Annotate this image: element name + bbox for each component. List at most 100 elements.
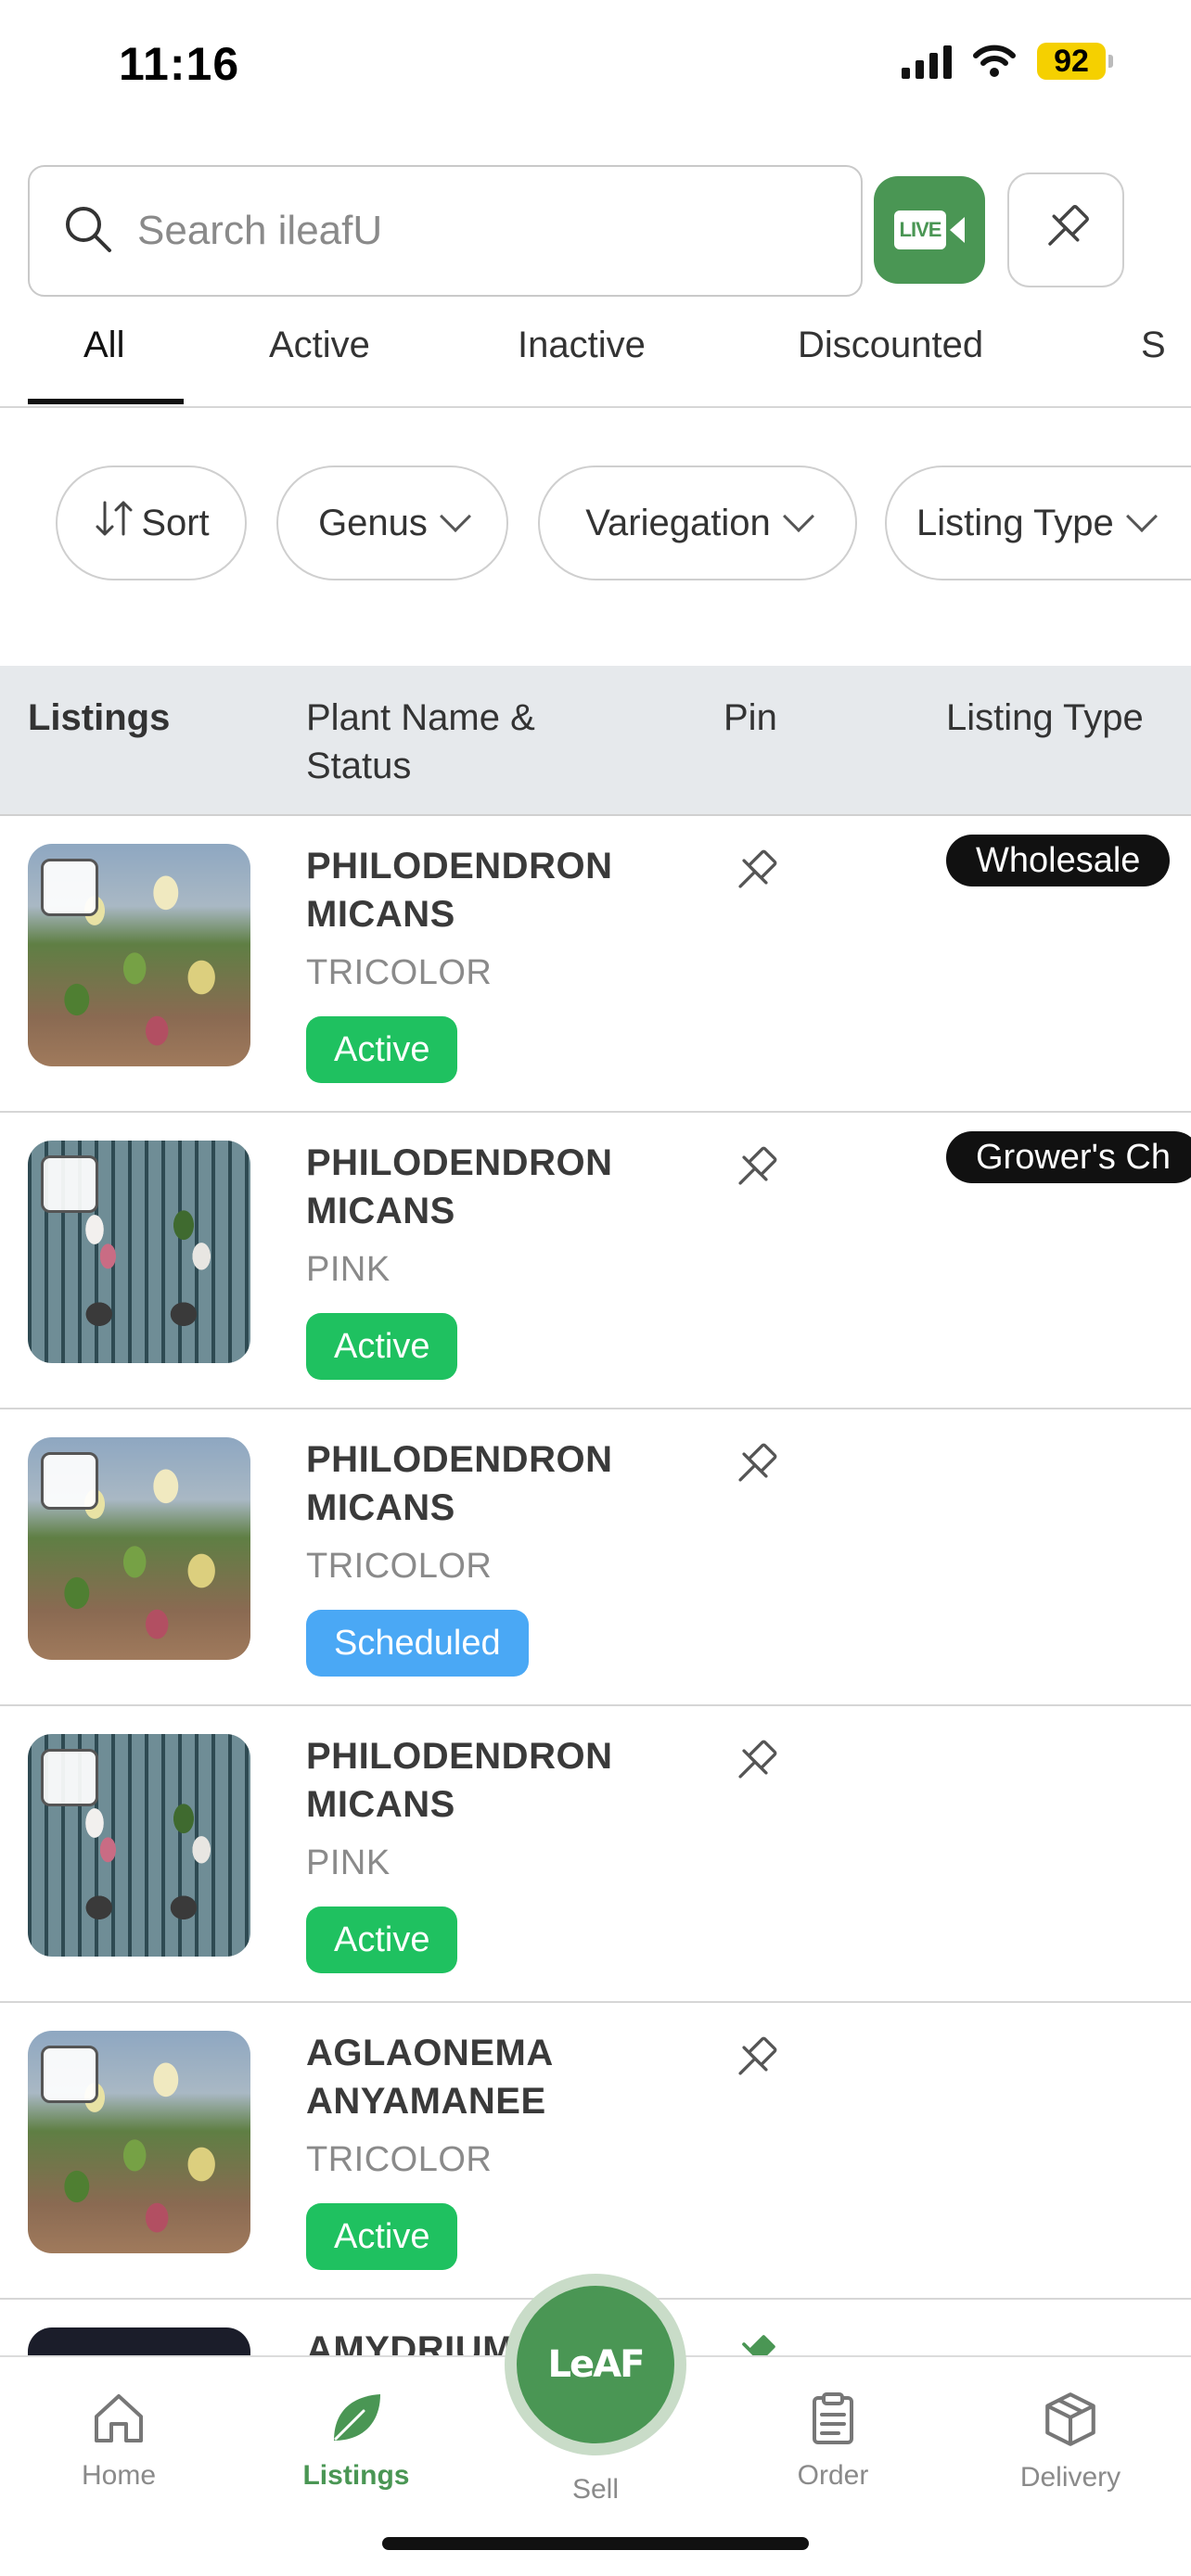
plant-variety: TRICOLOR [306, 953, 493, 992]
pin-icon [1036, 198, 1095, 262]
plant-name-line1: AGLAONEMA [306, 2033, 554, 2073]
chevron-down-icon [782, 501, 814, 532]
tab-active[interactable]: Active [269, 325, 370, 366]
nav-sell[interactable]: Sell [503, 2467, 688, 2506]
header-plant-name: Plant Name & Status [306, 694, 535, 790]
status-badge: Active [306, 1906, 458, 1973]
plant-variety: PINK [306, 1843, 391, 1882]
package-icon [1040, 2389, 1101, 2455]
pin-filled-icon[interactable] [727, 2327, 783, 2355]
table-row[interactable]: PHILODENDRON MICANS TRICOLOR Active Whol… [0, 816, 1191, 1113]
battery-icon: 92 [1037, 43, 1113, 80]
status-badge: Scheduled [306, 1610, 529, 1677]
plant-variety: PINK [306, 1250, 391, 1289]
status-bar: 11:16 92 [0, 0, 1191, 139]
plant-name: PHILODENDRON MICANS [306, 1435, 659, 1532]
row-checkbox[interactable] [41, 1452, 98, 1510]
nav-delivery-label: Delivery [1019, 2462, 1121, 2493]
variegation-label: Variegation [585, 502, 771, 543]
plant-name: AGLAONEMA ANYAMANEE [306, 2029, 659, 2125]
row-checkbox[interactable] [41, 1155, 98, 1213]
ileafu-logo-icon: LeAF [517, 2286, 674, 2443]
home-icon [89, 2389, 148, 2453]
pin-icon[interactable] [727, 2031, 783, 2091]
plant-name-line1: PHILODENDRON [306, 1439, 613, 1480]
plant-name-line1: PHILODENDRON [306, 846, 613, 886]
plant-name-line2: ANYAMANEE [306, 2081, 546, 2122]
chevron-down-icon [1125, 501, 1158, 532]
pin-icon[interactable] [727, 844, 783, 904]
tab-inactive[interactable]: Inactive [518, 325, 646, 366]
tab-more[interactable]: S [1141, 325, 1166, 366]
header-pin: Pin [724, 697, 777, 738]
tab-discounted[interactable]: Discounted [798, 325, 983, 366]
live-camera-icon: LIVE [893, 210, 966, 249]
search-input[interactable] [137, 208, 842, 254]
leaf-icon [327, 2389, 386, 2453]
nav-home[interactable]: Home [26, 2389, 211, 2492]
header-plant-name-line2: Status [306, 746, 412, 786]
sort-label: Sort [141, 502, 210, 543]
variegation-filter[interactable]: Variegation [538, 465, 857, 580]
plant-variety: TRICOLOR [306, 2140, 493, 2179]
active-tab-indicator [28, 399, 184, 404]
row-checkbox[interactable] [41, 2046, 98, 2103]
search-bar[interactable] [28, 165, 863, 297]
live-button[interactable]: LIVE [874, 176, 985, 284]
pin-icon[interactable] [727, 1141, 783, 1201]
row-checkbox[interactable] [41, 1749, 98, 1806]
plant-name: PHILODENDRON MICANS [306, 1732, 659, 1829]
nav-order[interactable]: Order [740, 2389, 926, 2492]
nav-listings-label: Listings [302, 2460, 410, 2491]
plant-name-line2: MICANS [306, 1487, 455, 1528]
header-listings: Listings [28, 697, 171, 738]
plant-name-line1: PHILODENDRON [306, 1142, 613, 1183]
genus-label: Genus [318, 502, 428, 543]
plant-thumbnail [28, 2327, 250, 2355]
pin-icon[interactable] [727, 1437, 783, 1498]
wifi-icon [972, 45, 1017, 78]
header-plant-name-line1: Plant Name & [306, 697, 535, 738]
live-label: LIVE [893, 210, 947, 249]
home-indicator[interactable] [382, 2537, 809, 2550]
nav-home-label: Home [81, 2460, 157, 2491]
status-time: 11:16 [119, 38, 240, 90]
sort-filter[interactable]: Sort [56, 465, 247, 580]
genus-filter[interactable]: Genus [276, 465, 508, 580]
plant-variety: TRICOLOR [306, 1547, 493, 1586]
clipboard-icon [803, 2389, 863, 2453]
listing-type-badge: Wholesale [946, 835, 1171, 886]
table-header: Listings Plant Name & Status Pin Listing… [0, 666, 1191, 816]
header-listing-type: Listing Type [946, 697, 1144, 738]
row-checkbox[interactable] [41, 859, 98, 916]
nav-listings[interactable]: Listings [263, 2389, 449, 2492]
plant-name-line2: MICANS [306, 894, 455, 935]
plant-name-line1: PHILODENDRON [306, 1736, 613, 1777]
listing-type-filter[interactable]: Listing Type [885, 465, 1191, 580]
nav-order-label: Order [797, 2460, 869, 2491]
nav-delivery[interactable]: Delivery [978, 2389, 1163, 2493]
status-badge: Active [306, 1016, 458, 1083]
sell-button[interactable]: LeAF [505, 2274, 686, 2455]
status-icons: 92 [902, 43, 1113, 80]
pinned-filter-button[interactable] [1007, 172, 1124, 287]
pin-icon[interactable] [727, 1734, 783, 1794]
plant-name-line2: MICANS [306, 1191, 455, 1231]
status-badge: Active [306, 1313, 458, 1380]
listing-type-label: Listing Type [916, 502, 1114, 543]
listing-type-badge: Grower's Ch [946, 1131, 1191, 1183]
sell-logo-text: LeAF [547, 2343, 646, 2386]
plant-name: PHILODENDRON MICANS [306, 1139, 659, 1235]
listing-tabs: All Active Inactive Discounted S [0, 306, 1191, 408]
table-row[interactable]: PHILODENDRON MICANS PINK Active [0, 1706, 1191, 2003]
battery-level: 92 [1037, 43, 1106, 80]
table-row[interactable]: PHILODENDRON MICANS PINK Active Grower's… [0, 1113, 1191, 1409]
sort-icon [93, 497, 135, 549]
status-badge: Active [306, 2203, 458, 2270]
search-icon [63, 204, 113, 259]
table-row[interactable]: AGLAONEMA ANYAMANEE TRICOLOR Active [0, 2003, 1191, 2300]
table-row[interactable]: PHILODENDRON MICANS TRICOLOR Scheduled [0, 1409, 1191, 1706]
tab-all[interactable]: All [83, 325, 124, 366]
plant-name-line2: MICANS [306, 1784, 455, 1825]
cellular-signal-icon [902, 44, 952, 79]
